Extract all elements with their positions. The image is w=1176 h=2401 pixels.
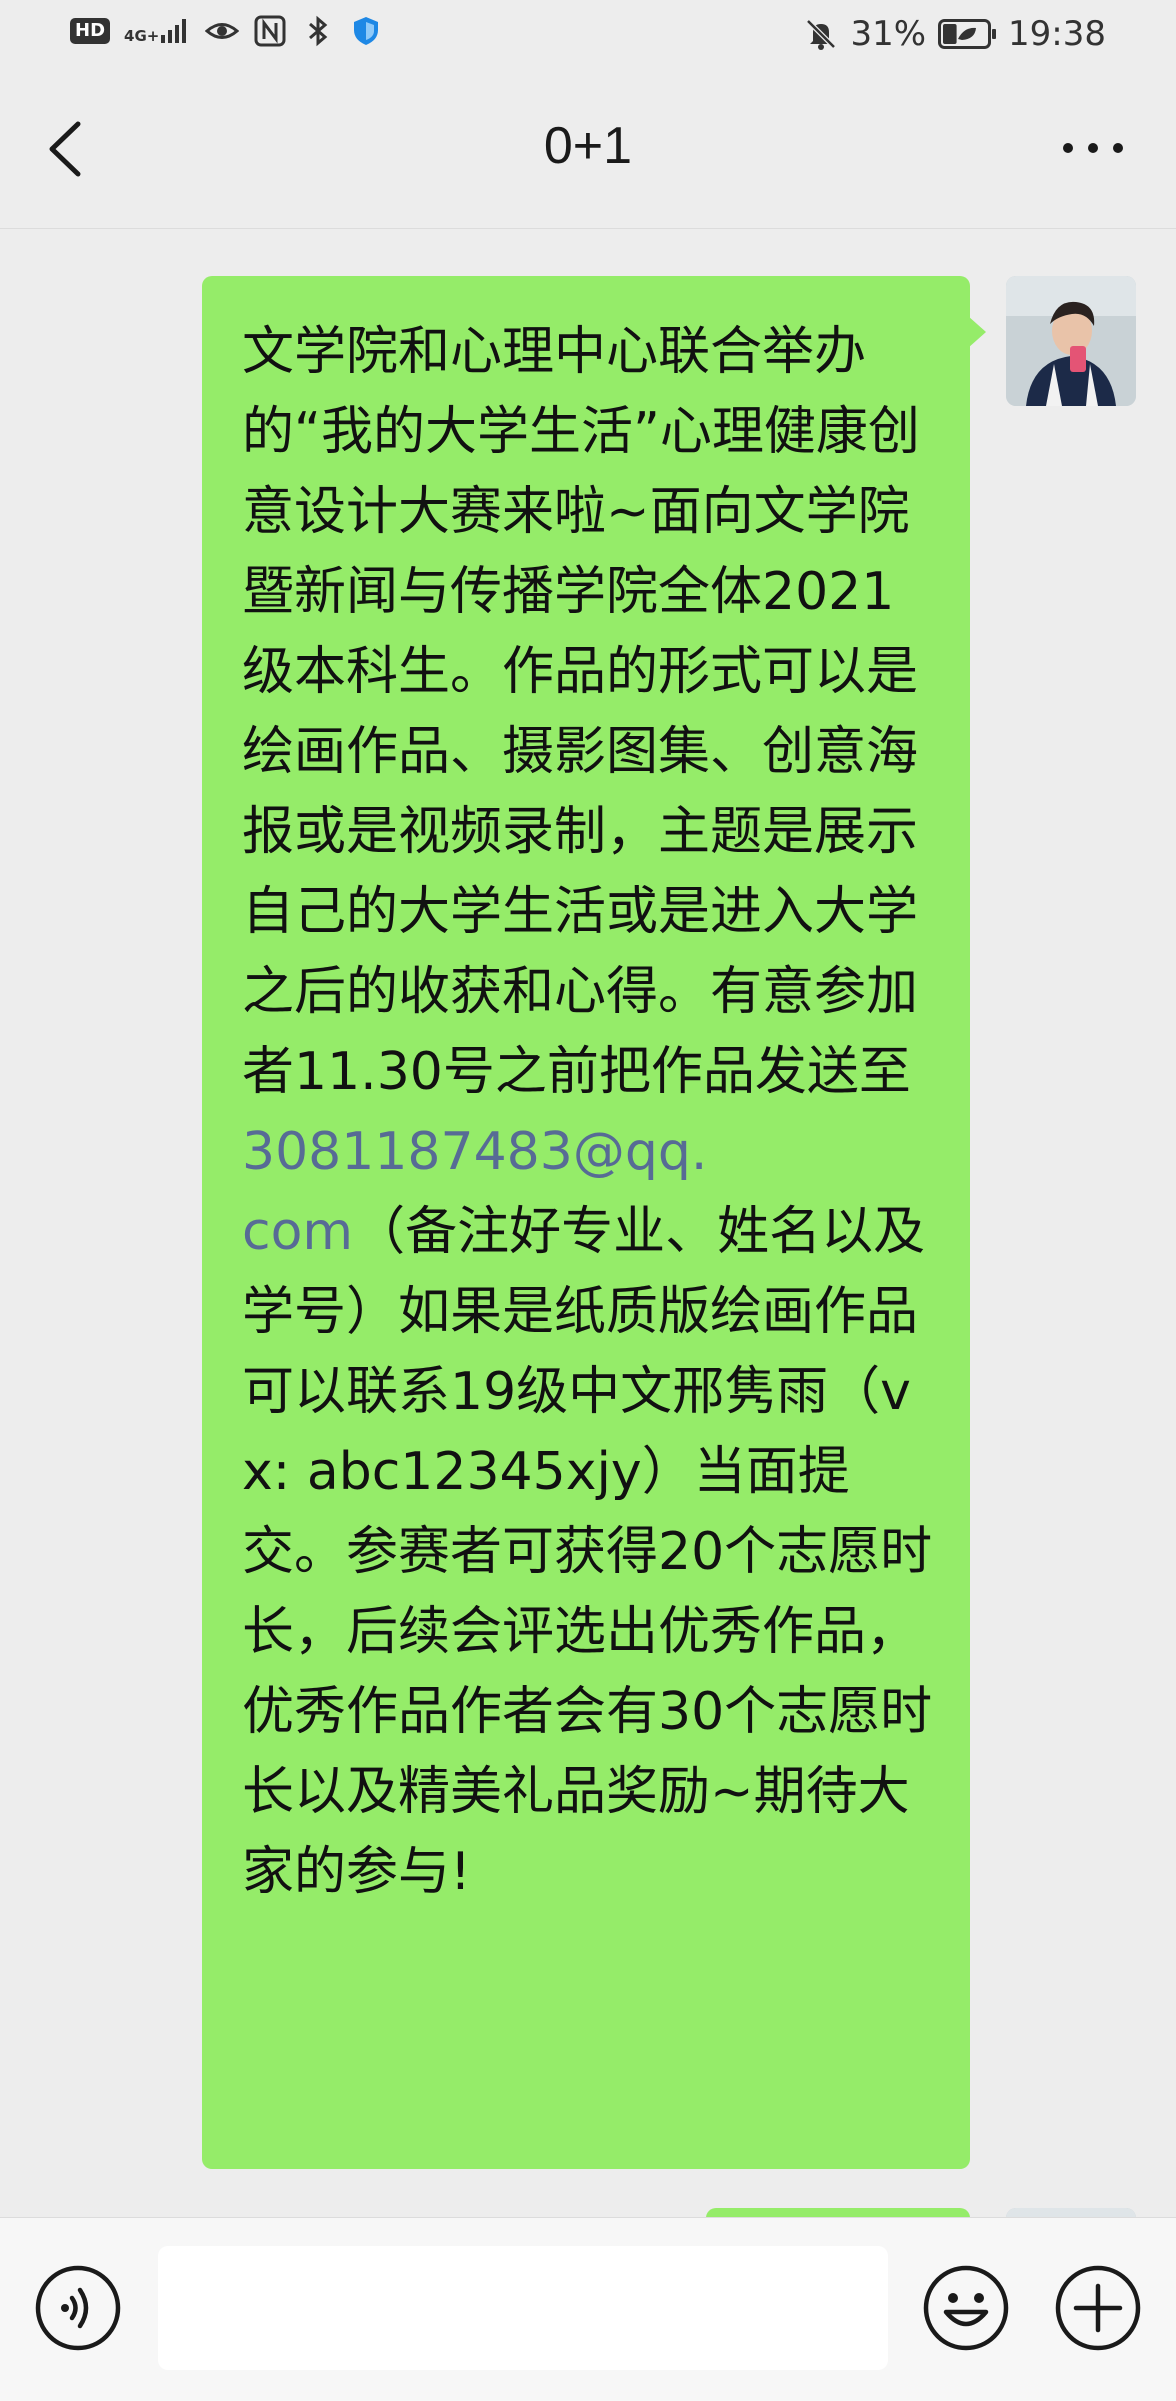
status-right-icons: 31% 19:38 (804, 14, 1106, 54)
battery-icon (938, 19, 997, 49)
input-bar (0, 2217, 1176, 2401)
avatar[interactable] (1006, 2208, 1136, 2217)
plus-button[interactable] (1054, 2264, 1142, 2352)
avatar[interactable] (1006, 276, 1136, 406)
message-text-part: （备注好专业、姓名以及学号）如果是纸质版绘画作品可以联系19级中文邢隽雨（vx:… (242, 1202, 933, 1902)
chat-header: 0+1 (0, 72, 1176, 229)
message-text[interactable]: 文学院和心理中心联合举办的“我的大学生活”心理健康创意设计大赛来啦~面向文学院暨… (242, 312, 942, 1912)
shield-icon (354, 17, 379, 45)
battery-percent: 31% (850, 14, 927, 54)
chat-title: 0+1 (543, 117, 633, 175)
status-bar: HD 4G+ 31% 19:38 (0, 0, 1176, 72)
emoji-button[interactable] (922, 2264, 1010, 2352)
voice-button[interactable] (34, 2264, 122, 2352)
nfc-icon (254, 15, 286, 47)
bell-muted-icon (806, 19, 837, 50)
message-bubble[interactable]: 文学院和心理中心联合举办的“我的大学生活”心理健康创意设计大赛来啦~面向文学院暨… (202, 276, 986, 2169)
message-bubble[interactable] (706, 2208, 970, 2217)
email-link-part2[interactable]: com (242, 1202, 353, 1262)
more-button[interactable] (1058, 128, 1128, 168)
eye-icon (205, 23, 240, 39)
bluetooth-icon (309, 15, 328, 47)
signal-icon: 4G+ (124, 19, 191, 45)
status-left-icons: HD 4G+ (70, 14, 383, 48)
network-type: 4G+ (124, 27, 160, 45)
clock: 19:38 (1008, 14, 1106, 54)
hd-badge: HD (70, 18, 111, 44)
message-text-part: 文学院和心理中心联合举办的“我的大学生活”心理健康创意设计大赛来啦~面向文学院暨… (242, 322, 920, 1102)
email-link-part1[interactable]: 3081187483@qq. (242, 1122, 707, 1182)
message-input[interactable] (158, 2246, 888, 2370)
bubble-tail (968, 316, 986, 348)
chat-message-list[interactable]: 文学院和心理中心联合举办的“我的大学生活”心理健康创意设计大赛来啦~面向文学院暨… (0, 229, 1176, 2217)
